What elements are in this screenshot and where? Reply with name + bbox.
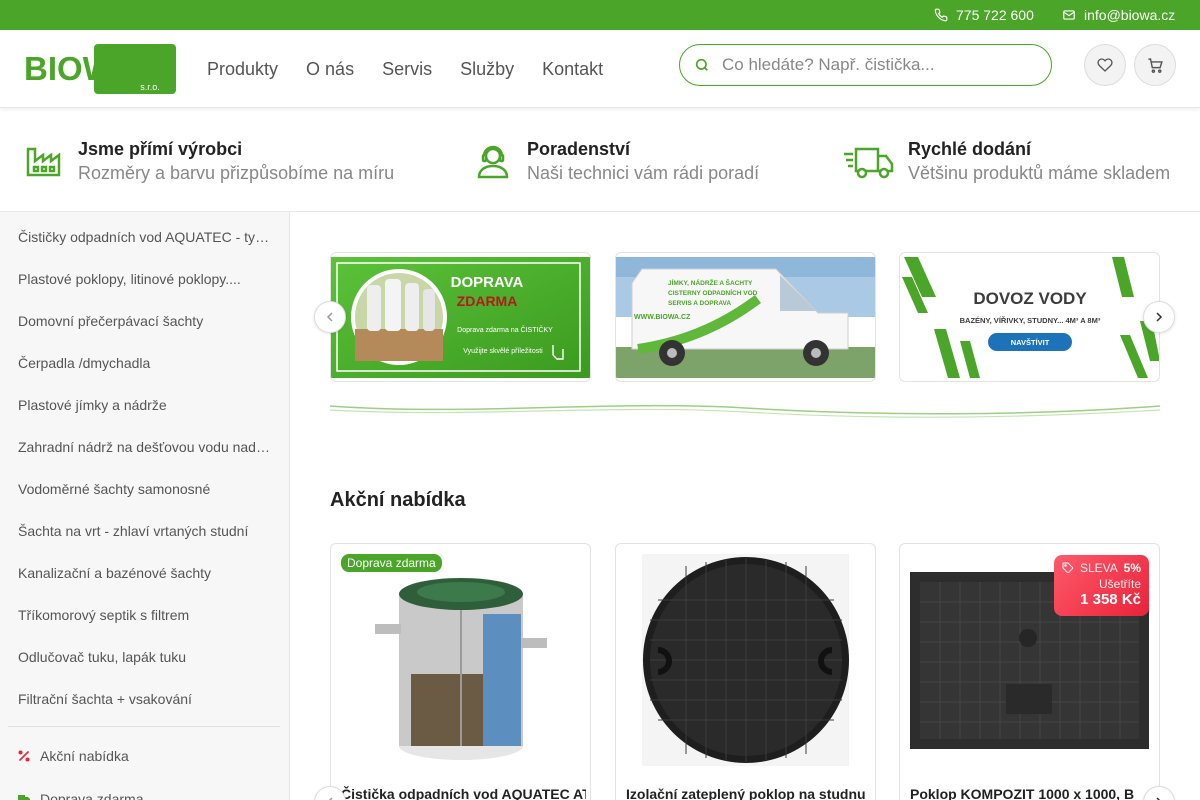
search-icon	[695, 58, 708, 71]
email-address: info@biowa.cz	[1084, 7, 1176, 23]
usp-subtitle: Většinu produktů máme skladem	[908, 162, 1171, 183]
logo-subtext: s.r.o.	[140, 82, 160, 92]
nav-sluzby[interactable]: Služby	[460, 59, 514, 80]
sidebar-divider	[8, 726, 280, 727]
category-link[interactable]: Tříkomorový septik s filtrem	[18, 605, 276, 625]
banner-van[interactable]: JÍMKY, NÁDRŽE A ŠACHTY CISTERNY ODPADNÍC…	[615, 252, 876, 382]
category-link[interactable]: Filtrační šachta + vsakování	[18, 689, 276, 709]
usp-title: Jsme přímí výrobci	[78, 138, 243, 159]
banner-free-shipping[interactable]: DOPRAVA ZDARMA Doprava zdarma na ČISTIČK…	[330, 252, 591, 382]
free-shipping-link[interactable]: Doprava zdarma	[18, 789, 144, 800]
chevron-left-icon	[328, 797, 333, 800]
free-shipping-badge: Doprava zdarma	[341, 554, 442, 572]
search-box[interactable]	[679, 44, 1052, 86]
sale-label: SLEVA	[1080, 561, 1118, 575]
tag-icon	[1062, 562, 1074, 574]
usp-subtitle: Rozměry a barvu přizpůsobíme na míru	[78, 162, 395, 183]
carousel-next-button[interactable]	[1143, 301, 1175, 333]
product-name[interactable]: Izolační zateplený poklop na studnu	[626, 786, 871, 800]
van-banner-image: JÍMKY, NÁDRŽE A ŠACHTY CISTERNY ODPADNÍC…	[616, 257, 875, 378]
save-value: 1 358 Kč	[1080, 591, 1141, 608]
sale-percent: 5%	[1123, 561, 1141, 575]
nav-o-nas[interactable]: O nás	[306, 59, 354, 80]
nav-servis[interactable]: Servis	[382, 59, 432, 80]
usp-advice: Poradenství Naši technici vám rádi porad…	[473, 109, 759, 212]
free-shipping-label: Doprava zdarma	[40, 791, 144, 800]
support-agent-icon	[477, 145, 509, 178]
product-card[interactable]: Izolační zateplený poklop na studnu	[615, 543, 876, 800]
usp-manufacturer: Jsme přímí výrobci Rozměry a barvu přizp…	[24, 109, 394, 212]
top-bar: 775 722 600 info@biowa.cz	[0, 0, 1200, 30]
usp-title: Rychlé dodání	[908, 138, 1032, 159]
category-link[interactable]: Plastové jímky a nádrže	[18, 395, 276, 415]
banner-text: Doprava zdarma na ČISTIČKY	[457, 325, 553, 334]
usp-title: Poradenství	[527, 138, 631, 159]
banner-water-delivery[interactable]: DOVOZ VODY BAZÉNY, VÍŘIVKY, STUDNY... 4M…	[899, 252, 1160, 382]
chevron-right-icon	[1156, 312, 1163, 322]
banner-text-2: Využijte skvělé příležitosti	[463, 348, 543, 355]
water-delivery-banner-image: DOVOZ VODY BAZÉNY, VÍŘIVKY, STUDNY... 4M…	[900, 257, 1159, 378]
usp-subtitle: Naši technici vám rádi poradí	[527, 162, 760, 183]
banner-line: CISTERNY ODPADNÍCH VOD	[668, 288, 758, 297]
special-offer-link[interactable]: Akční nabídka	[18, 746, 129, 766]
category-link[interactable]: Šachta na vrt - zhlaví vrtaných studní	[18, 521, 276, 541]
category-link[interactable]: Čerpadla /dmychadla	[18, 353, 276, 373]
product-image-well-cover	[642, 554, 849, 766]
offer-section-title: Akční nabídka	[330, 489, 466, 511]
heart-icon	[1097, 58, 1113, 72]
phone-icon	[934, 8, 948, 22]
logo-text: BIOWA	[24, 50, 136, 87]
visit-button-label: NAVŠTÍVIT	[1011, 338, 1050, 347]
factory-icon	[26, 147, 61, 176]
biowa-logo[interactable]: BIOWA s.r.o.	[24, 44, 176, 94]
email-link[interactable]: info@biowa.cz	[1062, 0, 1175, 30]
cart-button[interactable]	[1134, 44, 1176, 86]
percent-icon	[18, 750, 30, 762]
category-link[interactable]: Čističky odpadních vod AQUATEC - typ AT	[18, 227, 276, 247]
save-label: Ušetříte	[1098, 577, 1141, 591]
carousel-prev-button[interactable]	[314, 301, 346, 333]
category-link[interactable]: Domovní přečerpávací šachty	[18, 311, 276, 331]
search-input[interactable]	[722, 55, 1032, 75]
category-link[interactable]: Zahradní nádrž na dešťovou vodu nadzemní	[18, 437, 276, 457]
banner-line: SERVIS A DOPRAVA	[668, 300, 731, 307]
category-link[interactable]: Vodoměrné šachty samonosné	[18, 479, 276, 499]
usp-delivery: Rychlé dodání Většinu produktů máme skla…	[842, 109, 1170, 212]
site-header: BIOWA s.r.o. Produkty O nás Servis Služb…	[0, 30, 1200, 108]
chevron-left-icon	[326, 312, 333, 322]
product-card[interactable]: SLEVA 5% Ušetříte 1 358 Kč Poklop KOMPOZ…	[899, 543, 1160, 800]
phone-link[interactable]: 775 722 600	[934, 0, 1034, 30]
banner-text: BAZÉNY, VÍŘIVKY, STUDNY... 4M³ A 8M³	[960, 316, 1101, 325]
mail-icon	[1063, 10, 1075, 20]
banner-title: DOVOZ VODY	[973, 289, 1087, 308]
wishlist-button[interactable]	[1084, 44, 1126, 86]
nav-produkty[interactable]: Produkty	[207, 59, 278, 80]
delivery-truck-icon	[18, 795, 30, 800]
product-image-septic-tank	[375, 578, 547, 760]
banner-web: WWW.BIOWA.CZ	[634, 314, 691, 321]
category-sidebar: Čističky odpadních vod AQUATEC - typ AT …	[0, 212, 290, 800]
main-nav: Produkty O nás Servis Služby Kontakt	[207, 30, 631, 108]
chevron-right-icon	[1156, 797, 1161, 800]
category-link[interactable]: Odlučovač tuku, lapák tuku	[18, 647, 276, 667]
sale-badge: SLEVA 5% Ušetříte 1 358 Kč	[1054, 555, 1149, 616]
banner-title-2: ZDARMA	[457, 293, 518, 309]
product-name[interactable]: Poklop KOMPOZIT 1000 x 1000, B	[910, 786, 1155, 800]
free-shipping-banner-image: DOPRAVA ZDARMA Doprava zdarma na ČISTIČK…	[331, 257, 590, 378]
product-name[interactable]: Čistička odpadních vod AQUATEC AT	[341, 786, 586, 800]
special-offer-label: Akční nabídka	[40, 748, 129, 764]
cart-icon	[1147, 57, 1163, 73]
wave-divider	[330, 404, 1160, 418]
category-link[interactable]: Plastové poklopy, litinové poklopy....	[18, 269, 276, 289]
nav-kontakt[interactable]: Kontakt	[542, 59, 603, 80]
usp-strip: Jsme přímí výrobci Rozměry a barvu přizp…	[0, 109, 1200, 212]
phone-number: 775 722 600	[956, 7, 1034, 23]
category-link[interactable]: Kanalizační a bazénové šachty	[18, 563, 276, 583]
banner-title: DOPRAVA	[451, 274, 524, 291]
banner-line: JÍMKY, NÁDRŽE A ŠACHTY	[668, 278, 753, 287]
product-card[interactable]: Doprava zdarma Čistička odpadních vod AQ…	[330, 543, 591, 800]
delivery-truck-icon	[844, 147, 894, 178]
